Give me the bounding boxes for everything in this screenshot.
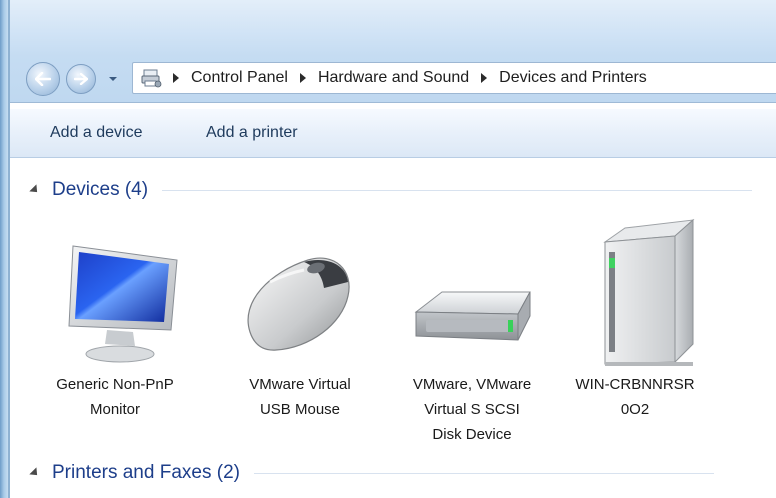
- back-button[interactable]: [26, 62, 60, 96]
- device-generic-monitor[interactable]: Generic Non-PnP Monitor: [45, 212, 185, 452]
- device-label-line: WIN-CRBNNRSR: [575, 376, 695, 393]
- forward-button[interactable]: [66, 64, 96, 94]
- devices-group-header[interactable]: Devices (4): [29, 175, 776, 205]
- add-device-button[interactable]: Add a device: [50, 109, 143, 157]
- breadcrumb-separator-icon[interactable]: [173, 73, 179, 83]
- explorer-window: Control Panel Hardware and Sound Devices…: [0, 0, 776, 498]
- breadcrumb-separator-icon[interactable]: [299, 73, 306, 83]
- monitor-icon: [68, 245, 178, 363]
- device-label-line: USB Mouse: [259, 401, 341, 418]
- devices-group-title: Devices (4): [52, 179, 149, 200]
- hard-disk-icon: [414, 291, 531, 341]
- add-printer-button[interactable]: Add a printer: [206, 109, 298, 157]
- device-label-line: VMware, VMware: [412, 376, 532, 393]
- group-divider: [253, 472, 714, 474]
- breadcrumb: Control Panel Hardware and Sound Devices…: [173, 63, 647, 93]
- device-win-computer[interactable]: WIN-CRBNNRSR 0O2: [565, 212, 705, 452]
- device-label-line: 0O2: [620, 401, 650, 418]
- recent-pages-dropdown[interactable]: [108, 74, 118, 84]
- address-bar[interactable]: Control Panel Hardware and Sound Devices…: [132, 62, 776, 94]
- command-bar: Add a device Add a printer: [10, 108, 776, 158]
- device-label-line: Disk Device: [432, 426, 512, 443]
- title-bar: [10, 0, 776, 56]
- device-label-line: Generic Non-PnP: [56, 376, 174, 393]
- devices-and-printers-icon: [141, 69, 162, 88]
- printers-group-title: Printers and Faxes (2): [52, 462, 240, 483]
- back-arrow-icon: [35, 72, 51, 86]
- collapse-triangle-icon[interactable]: [29, 467, 41, 479]
- breadcrumb-devices-and-printers[interactable]: Devices and Printers: [499, 69, 647, 87]
- computer-tower-icon: [603, 218, 695, 366]
- device-vmware-scsi-disk[interactable]: VMware, VMware Virtual S SCSI Disk Devic…: [402, 212, 542, 452]
- device-label: WIN-CRBNNRSR 0O2: [565, 372, 705, 422]
- group-divider: [162, 189, 753, 191]
- device-label: Generic Non-PnP Monitor: [45, 372, 185, 422]
- breadcrumb-separator-icon[interactable]: [481, 73, 488, 83]
- breadcrumb-hardware-and-sound[interactable]: Hardware and Sound: [318, 69, 469, 87]
- device-vmware-usb-mouse[interactable]: VMware Virtual USB Mouse: [230, 212, 370, 452]
- mouse-icon: [247, 257, 350, 351]
- collapse-triangle-icon[interactable]: [29, 184, 41, 196]
- forward-arrow-icon: [74, 73, 88, 85]
- device-label-line: Virtual S SCSI: [424, 401, 520, 418]
- device-label-line: Monitor: [89, 401, 141, 418]
- device-label-line: VMware Virtual: [249, 376, 351, 393]
- device-label: VMware, VMware Virtual S SCSI Disk Devic…: [402, 372, 542, 447]
- breadcrumb-control-panel[interactable]: Control Panel: [191, 69, 288, 87]
- printers-group-header[interactable]: Printers and Faxes (2): [29, 458, 776, 488]
- device-label: VMware Virtual USB Mouse: [230, 372, 370, 422]
